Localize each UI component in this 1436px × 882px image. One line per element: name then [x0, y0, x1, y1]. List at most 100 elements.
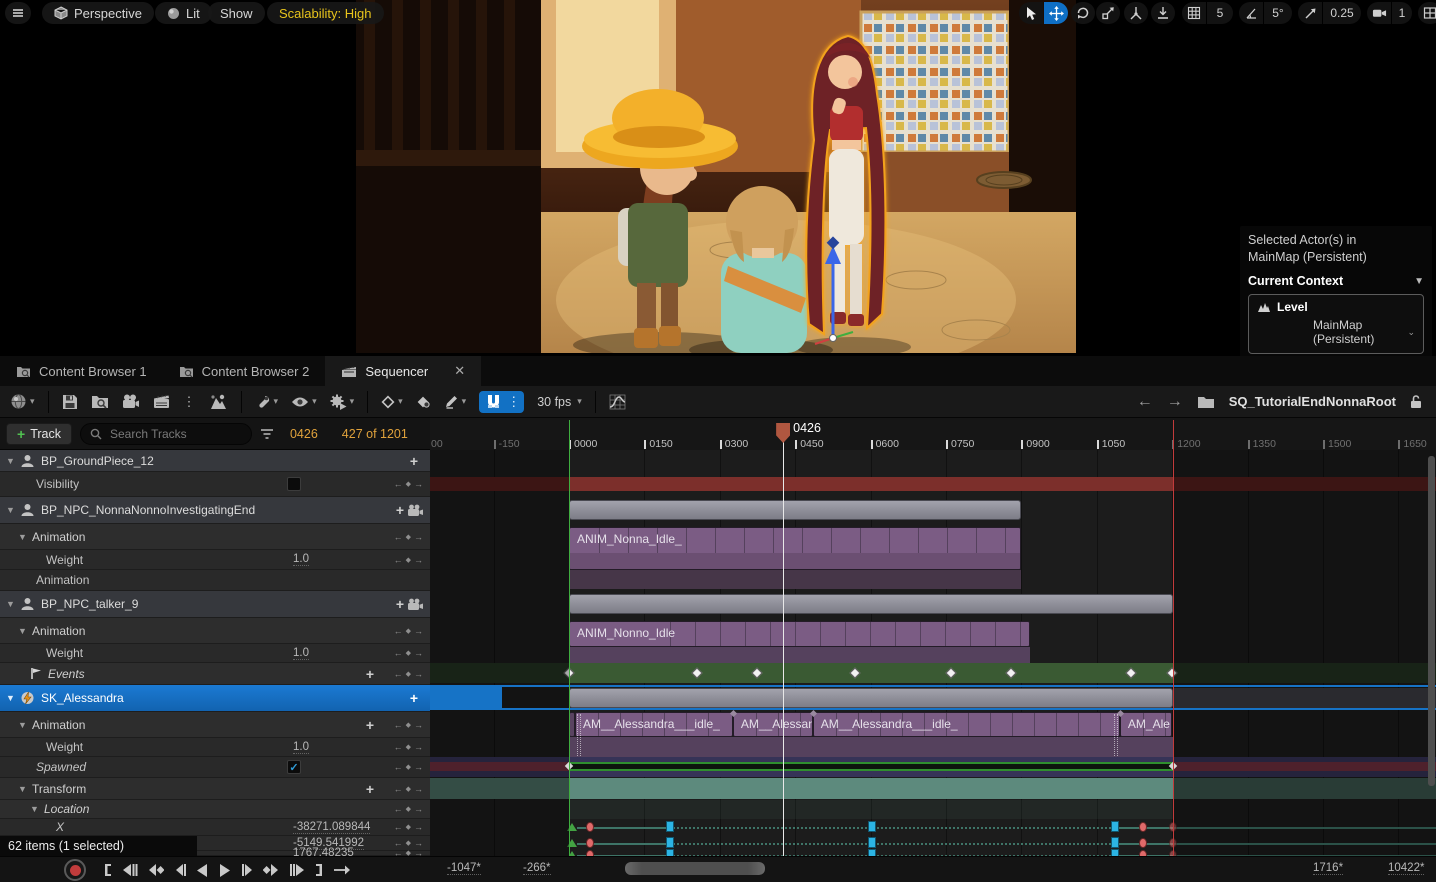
camera-cut-icon[interactable] [407, 598, 424, 611]
play-reverse-button[interactable] [195, 863, 209, 878]
anim-clip-alessandra[interactable]: AM__Alessandra___idle_ [575, 712, 733, 737]
keyframe-circle[interactable] [1139, 850, 1147, 856]
expander-arrow-icon[interactable]: ▼ [6, 456, 16, 466]
playback-end-marker[interactable] [1173, 420, 1174, 856]
playhead-line[interactable] [783, 427, 784, 856]
curve-editor-button[interactable] [609, 394, 626, 410]
keyframe-square[interactable] [1111, 821, 1119, 832]
camera-cut-icon[interactable] [407, 504, 424, 517]
keyframe-square[interactable] [666, 849, 674, 856]
track-row[interactable]: Weight1.0←◆→ [0, 644, 430, 663]
ruler-tick[interactable] [1248, 440, 1250, 449]
add-section-button[interactable]: + [396, 502, 404, 518]
grid-snapping-button[interactable] [1182, 2, 1206, 24]
camera-speed-button[interactable] [1367, 2, 1391, 24]
ruler-tick[interactable] [494, 440, 496, 449]
visibility-band-active[interactable] [569, 477, 1173, 491]
rotation-snapping-button[interactable] [1239, 2, 1263, 24]
filter-icon[interactable] [260, 428, 274, 440]
viewport-menu-button[interactable] [5, 2, 31, 24]
keyframe-circle[interactable] [586, 850, 594, 856]
sequencer-settings-dropdown[interactable]: ▾ [255, 394, 279, 410]
nonna-anim-subtrack[interactable] [569, 570, 1021, 589]
track-row[interactable]: ▼Animation←◆→ [0, 524, 430, 550]
keyframe-square[interactable] [1111, 849, 1119, 856]
viewport-3d[interactable]: Perspective Lit Show Scalability: High [0, 0, 1436, 356]
edit-options-dropdown[interactable]: ▾ [444, 394, 467, 409]
add-section-button[interactable]: + [410, 690, 418, 706]
nonna-range-bar[interactable] [569, 500, 1021, 520]
keyframe-nav[interactable]: ←◆→ [394, 648, 423, 658]
jump-to-end-button[interactable] [314, 863, 324, 877]
track-row[interactable]: Weight1.0←◆→ [0, 550, 430, 570]
location-band[interactable] [569, 800, 1173, 819]
render-options-dots[interactable]: ⋮ [183, 394, 196, 410]
close-tab-icon[interactable]: ✕ [454, 363, 465, 379]
camera-speed-value-button[interactable]: 1 [1392, 2, 1412, 24]
history-forward-button[interactable]: → [1167, 393, 1183, 411]
keyframe-nav[interactable]: ←◆→ [394, 804, 423, 814]
track-row[interactable]: Weight1.0←◆→ [0, 738, 430, 757]
anim-clip-alessandra[interactable]: AM_Ale [1120, 712, 1172, 737]
world-dropdown[interactable]: ▾ [10, 393, 35, 410]
level-context-box[interactable]: Level MainMap (Persistent) ⌄ [1248, 294, 1424, 354]
keyframe-nav[interactable]: ←◆→ [394, 838, 423, 848]
previous-keyframe-button[interactable] [147, 863, 164, 877]
expander-arrow-icon[interactable]: ▼ [6, 599, 16, 609]
anim-clip-nonna[interactable]: ANIM_Nonna_Idle_ [569, 527, 1021, 570]
viewport-layout-button[interactable] [1418, 2, 1436, 24]
record-button[interactable] [64, 859, 86, 881]
play-button[interactable] [218, 863, 232, 878]
track-row[interactable]: ▼Animation←◆→ [0, 618, 430, 644]
spawned-active-section[interactable] [569, 762, 1173, 771]
track-row-object[interactable]: ▼BP_NPC_NonnaNonnoInvestigatingEnd+ [0, 497, 430, 524]
tab-sequencer[interactable]: Sequencer ✕ [325, 356, 481, 386]
keyframe-nav[interactable]: ←◆→ [394, 784, 423, 794]
keyframe-square[interactable] [666, 821, 674, 832]
add-track-button[interactable]: + Track [6, 423, 72, 445]
track-row[interactable]: Visibility←◆→ [0, 472, 430, 497]
scale-snap-value-button[interactable]: 0.25 [1323, 2, 1361, 24]
keyframe-nav[interactable]: ←◆→ [394, 555, 423, 565]
expander-arrow-icon[interactable]: ▼ [18, 784, 28, 794]
keyframe-circle[interactable] [586, 838, 594, 848]
tab-content-browser-1[interactable]: Content Browser 1 [0, 356, 163, 386]
surface-snapping-button[interactable] [1151, 2, 1175, 24]
timeline-lanes[interactable]: ANIM_Nonna_Idle_ANIM_Nonno_IdleAM__Aless… [430, 450, 1436, 856]
horizontal-scrollbar[interactable] [625, 862, 765, 875]
ruler-tick[interactable] [1323, 440, 1325, 449]
events-band-active[interactable] [569, 663, 1173, 683]
keyframe-nav[interactable]: ←◆→ [394, 762, 423, 772]
expander-arrow-icon[interactable]: ▼ [18, 532, 28, 542]
alessandra-range-bar[interactable] [569, 688, 1173, 708]
keyframe-nav[interactable]: ←◆→ [394, 822, 423, 832]
nonno-weight-strip[interactable] [569, 647, 1030, 663]
track-row[interactable]: Spawned✓←◆→ [0, 757, 430, 778]
working-range-end[interactable]: 10422* [1388, 862, 1424, 875]
search-tracks-input[interactable] [108, 426, 238, 442]
render-movie-button[interactable] [153, 394, 170, 409]
jump-forward-button[interactable] [289, 863, 305, 877]
add-section-button[interactable]: + [366, 781, 374, 797]
step-forward-button[interactable] [241, 863, 254, 877]
ruler-tick[interactable] [1097, 440, 1099, 449]
step-back-button[interactable] [173, 863, 186, 877]
show-dropdown[interactable]: Show [208, 2, 265, 24]
track-checkbox[interactable]: ✓ [287, 760, 301, 774]
perspective-dropdown[interactable]: Perspective [42, 2, 154, 24]
keyframe-square[interactable] [868, 849, 876, 856]
anim-clip-alessandra[interactable]: AM__Alessandra___idle_ [813, 712, 1120, 737]
select-tool-button[interactable] [1019, 2, 1043, 24]
lit-dropdown[interactable]: Lit [155, 2, 212, 24]
expander-arrow-icon[interactable]: ▼ [30, 804, 40, 814]
move-tool-button[interactable] [1044, 2, 1068, 24]
auto-key-button[interactable] [416, 395, 431, 409]
track-row-object[interactable]: ▼SK_Alessandra+ [0, 685, 430, 712]
ruler-tick[interactable] [1398, 440, 1400, 449]
track-row[interactable]: Events+←◆→ [0, 663, 430, 685]
keyframe-nav[interactable]: ←◆→ [394, 479, 423, 489]
keyframe-square[interactable] [868, 821, 876, 832]
folder-icon[interactable] [1197, 395, 1215, 409]
vertical-scrollbar[interactable] [1428, 456, 1435, 786]
playback-mode-button[interactable] [333, 864, 351, 876]
